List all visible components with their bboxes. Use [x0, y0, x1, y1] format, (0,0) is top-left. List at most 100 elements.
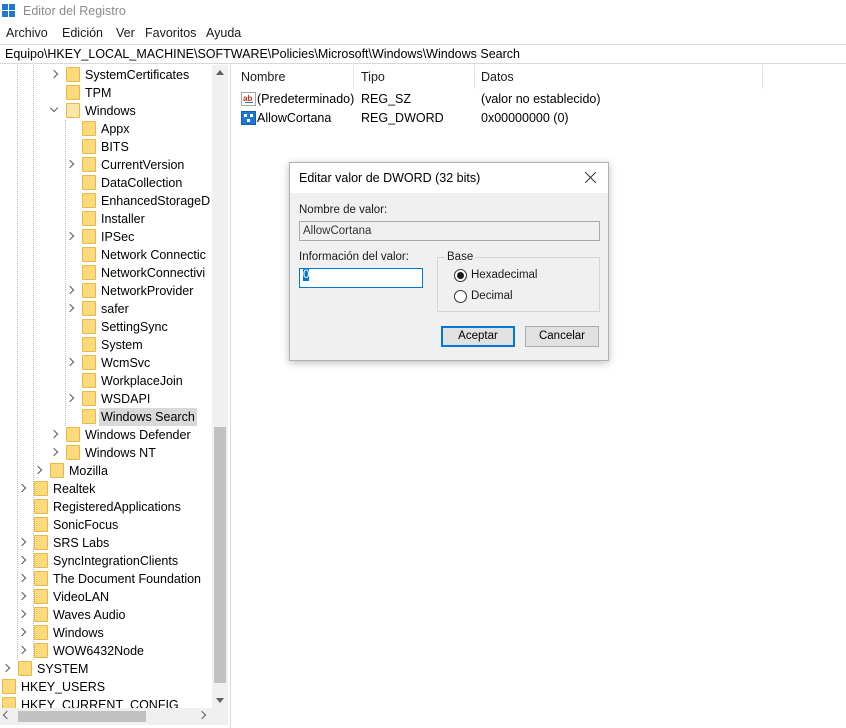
tree-item-label[interactable]: VideoLAN — [51, 588, 111, 606]
close-icon[interactable] — [582, 169, 600, 187]
address-bar[interactable]: Equipo\HKEY_LOCAL_MACHINE\SOFTWARE\Polic… — [0, 44, 846, 64]
tree-item-label[interactable]: HKEY_USERS — [19, 678, 107, 696]
tree-item-label[interactable]: CurrentVersion — [99, 156, 186, 174]
chevron-right-icon[interactable] — [65, 357, 75, 367]
chevron-right-icon[interactable] — [17, 555, 27, 565]
tree-item-label[interactable]: SRS Labs — [51, 534, 111, 552]
tree-item-windows[interactable]: Windows — [0, 624, 212, 642]
tree-item-tpm[interactable]: TPM — [0, 84, 212, 102]
tree-item-label[interactable]: NetworkProvider — [99, 282, 195, 300]
tree-item-label[interactable]: The Document Foundation — [51, 570, 203, 588]
tree-item-label[interactable]: safer — [99, 300, 131, 318]
tree-item-appx[interactable]: Appx — [0, 120, 212, 138]
scroll-thumb[interactable] — [214, 427, 226, 683]
tree-item-label[interactable]: SonicFocus — [51, 516, 120, 534]
scroll-up-arrow-icon[interactable] — [216, 70, 224, 75]
address-path[interactable]: Equipo\HKEY_LOCAL_MACHINE\SOFTWARE\Polic… — [5, 47, 520, 61]
scroll-thumb-horizontal[interactable] — [18, 711, 146, 722]
tree-item-hkey-users[interactable]: HKEY_USERS — [0, 678, 212, 696]
tree-item-ipsec[interactable]: IPSec — [0, 228, 212, 246]
tree-item-networkconnectivi[interactable]: NetworkConnectivi — [0, 264, 212, 282]
tree-item-networkprovider[interactable]: NetworkProvider — [0, 282, 212, 300]
tree-item-label[interactable]: TPM — [83, 84, 113, 102]
tree-item-label[interactable]: SettingSync — [99, 318, 170, 336]
chevron-right-icon[interactable] — [17, 609, 27, 619]
tree-item-label[interactable]: Realtek — [51, 480, 97, 498]
key-tree[interactable]: SystemCertificates TPM Windows Appx BITS Curr… — [0, 65, 228, 728]
tree-item-systemcertificates[interactable]: SystemCertificates — [0, 66, 212, 84]
tree-item-label[interactable]: Network Connectic — [99, 246, 208, 264]
tree-item-windows-nt[interactable]: Windows NT — [0, 444, 212, 462]
tree-item-system[interactable]: System — [0, 336, 212, 354]
chevron-right-icon[interactable] — [49, 429, 59, 439]
menu-edicion[interactable]: Edición — [62, 26, 103, 40]
tree-item-label[interactable]: DataCollection — [99, 174, 184, 192]
tree-vertical-scrollbar[interactable] — [212, 65, 228, 708]
tree-item-label[interactable]: SystemCertificates — [83, 66, 191, 84]
tree-item-windows-defender[interactable]: Windows Defender — [0, 426, 212, 444]
cancel-button[interactable]: Cancelar — [525, 326, 599, 347]
chevron-right-icon[interactable] — [49, 447, 59, 457]
tree-item-label[interactable]: Windows NT — [83, 444, 158, 462]
tree-item-installer[interactable]: Installer — [0, 210, 212, 228]
tree-horizontal-scrollbar[interactable] — [0, 708, 212, 725]
tree-item-label[interactable]: System — [99, 336, 145, 354]
ok-button[interactable]: Aceptar — [441, 326, 515, 347]
chevron-right-icon[interactable] — [65, 231, 75, 241]
tree-item-label[interactable]: WcmSvc — [99, 354, 152, 372]
tree-item-realtek[interactable]: Realtek — [0, 480, 212, 498]
tree-item-label[interactable]: Windows — [83, 102, 138, 120]
tree-item-label[interactable]: RegisteredApplications — [51, 498, 183, 516]
hexadecimal-radio[interactable] — [454, 269, 467, 282]
tree-item-workplacejoin[interactable]: WorkplaceJoin — [0, 372, 212, 390]
chevron-right-icon[interactable] — [17, 483, 27, 493]
scroll-right-arrow-icon[interactable] — [197, 710, 207, 720]
decimal-radio[interactable] — [454, 290, 467, 303]
tree-item-currentversion[interactable]: CurrentVersion — [0, 156, 212, 174]
tree-item-label[interactable]: SYSTEM — [35, 660, 90, 678]
tree-item-label[interactable]: NetworkConnectivi — [99, 264, 207, 282]
decimal-label[interactable]: Decimal — [471, 290, 513, 302]
menu-favoritos[interactable]: Favoritos — [145, 26, 196, 40]
column-header-nombre[interactable]: Nombre — [235, 65, 354, 89]
tree-item-label[interactable]: WOW6432Node — [51, 642, 146, 660]
value-row[interactable]: ab (Predeterminado) REG_SZ (valor no est… — [235, 90, 835, 109]
chevron-right-icon[interactable] — [33, 465, 43, 475]
tree-item-windows-search[interactable]: Windows Search — [0, 408, 212, 426]
tree-item-label[interactable]: WorkplaceJoin — [99, 372, 185, 390]
menu-ayuda[interactable]: Ayuda — [206, 26, 241, 40]
tree-item-waves-audio[interactable]: Waves Audio — [0, 606, 212, 624]
value-row[interactable]: AllowCortana REG_DWORD 0x00000000 (0) — [235, 109, 835, 128]
tree-item-safer[interactable]: safer — [0, 300, 212, 318]
column-header-tipo[interactable]: Tipo — [355, 65, 475, 89]
tree-item-windows[interactable]: Windows — [0, 102, 212, 120]
column-header-datos[interactable]: Datos — [475, 65, 763, 89]
edit-dword-dialog[interactable]: Editar valor de DWORD (32 bits) Nombre d… — [289, 162, 609, 361]
tree-item-wsdapi[interactable]: WSDAPI — [0, 390, 212, 408]
tree-item-label[interactable]: Mozilla — [67, 462, 110, 480]
tree-item-label[interactable]: SyncIntegrationClients — [51, 552, 180, 570]
hexadecimal-label[interactable]: Hexadecimal — [471, 269, 537, 281]
tree-item-bits[interactable]: BITS — [0, 138, 212, 156]
tree-item-mozilla[interactable]: Mozilla — [0, 462, 212, 480]
tree-item-registeredapplications[interactable]: RegisteredApplications — [0, 498, 212, 516]
tree-item-datacollection[interactable]: DataCollection — [0, 174, 212, 192]
chevron-right-icon[interactable] — [17, 573, 27, 583]
tree-item-label[interactable]: Windows Defender — [83, 426, 193, 444]
tree-item-settingsync[interactable]: SettingSync — [0, 318, 212, 336]
menu-archivo[interactable]: Archivo — [6, 26, 48, 40]
chevron-right-icon[interactable] — [17, 645, 27, 655]
tree-item-system[interactable]: SYSTEM — [0, 660, 212, 678]
chevron-right-icon[interactable] — [65, 393, 75, 403]
tree-item-label[interactable]: IPSec — [99, 228, 136, 246]
chevron-right-icon[interactable] — [17, 591, 27, 601]
chevron-right-icon[interactable] — [65, 159, 75, 169]
chevron-right-icon[interactable] — [1, 663, 11, 673]
chevron-right-icon[interactable] — [49, 69, 59, 79]
tree-item-syncintegrationclients[interactable]: SyncIntegrationClients — [0, 552, 212, 570]
pane-splitter[interactable] — [230, 65, 234, 728]
chevron-down-icon[interactable] — [49, 103, 59, 113]
tree-item-the-document-foundation[interactable]: The Document Foundation — [0, 570, 212, 588]
tree-item-label[interactable]: Windows — [51, 624, 106, 642]
tree-item-videolan[interactable]: VideoLAN — [0, 588, 212, 606]
